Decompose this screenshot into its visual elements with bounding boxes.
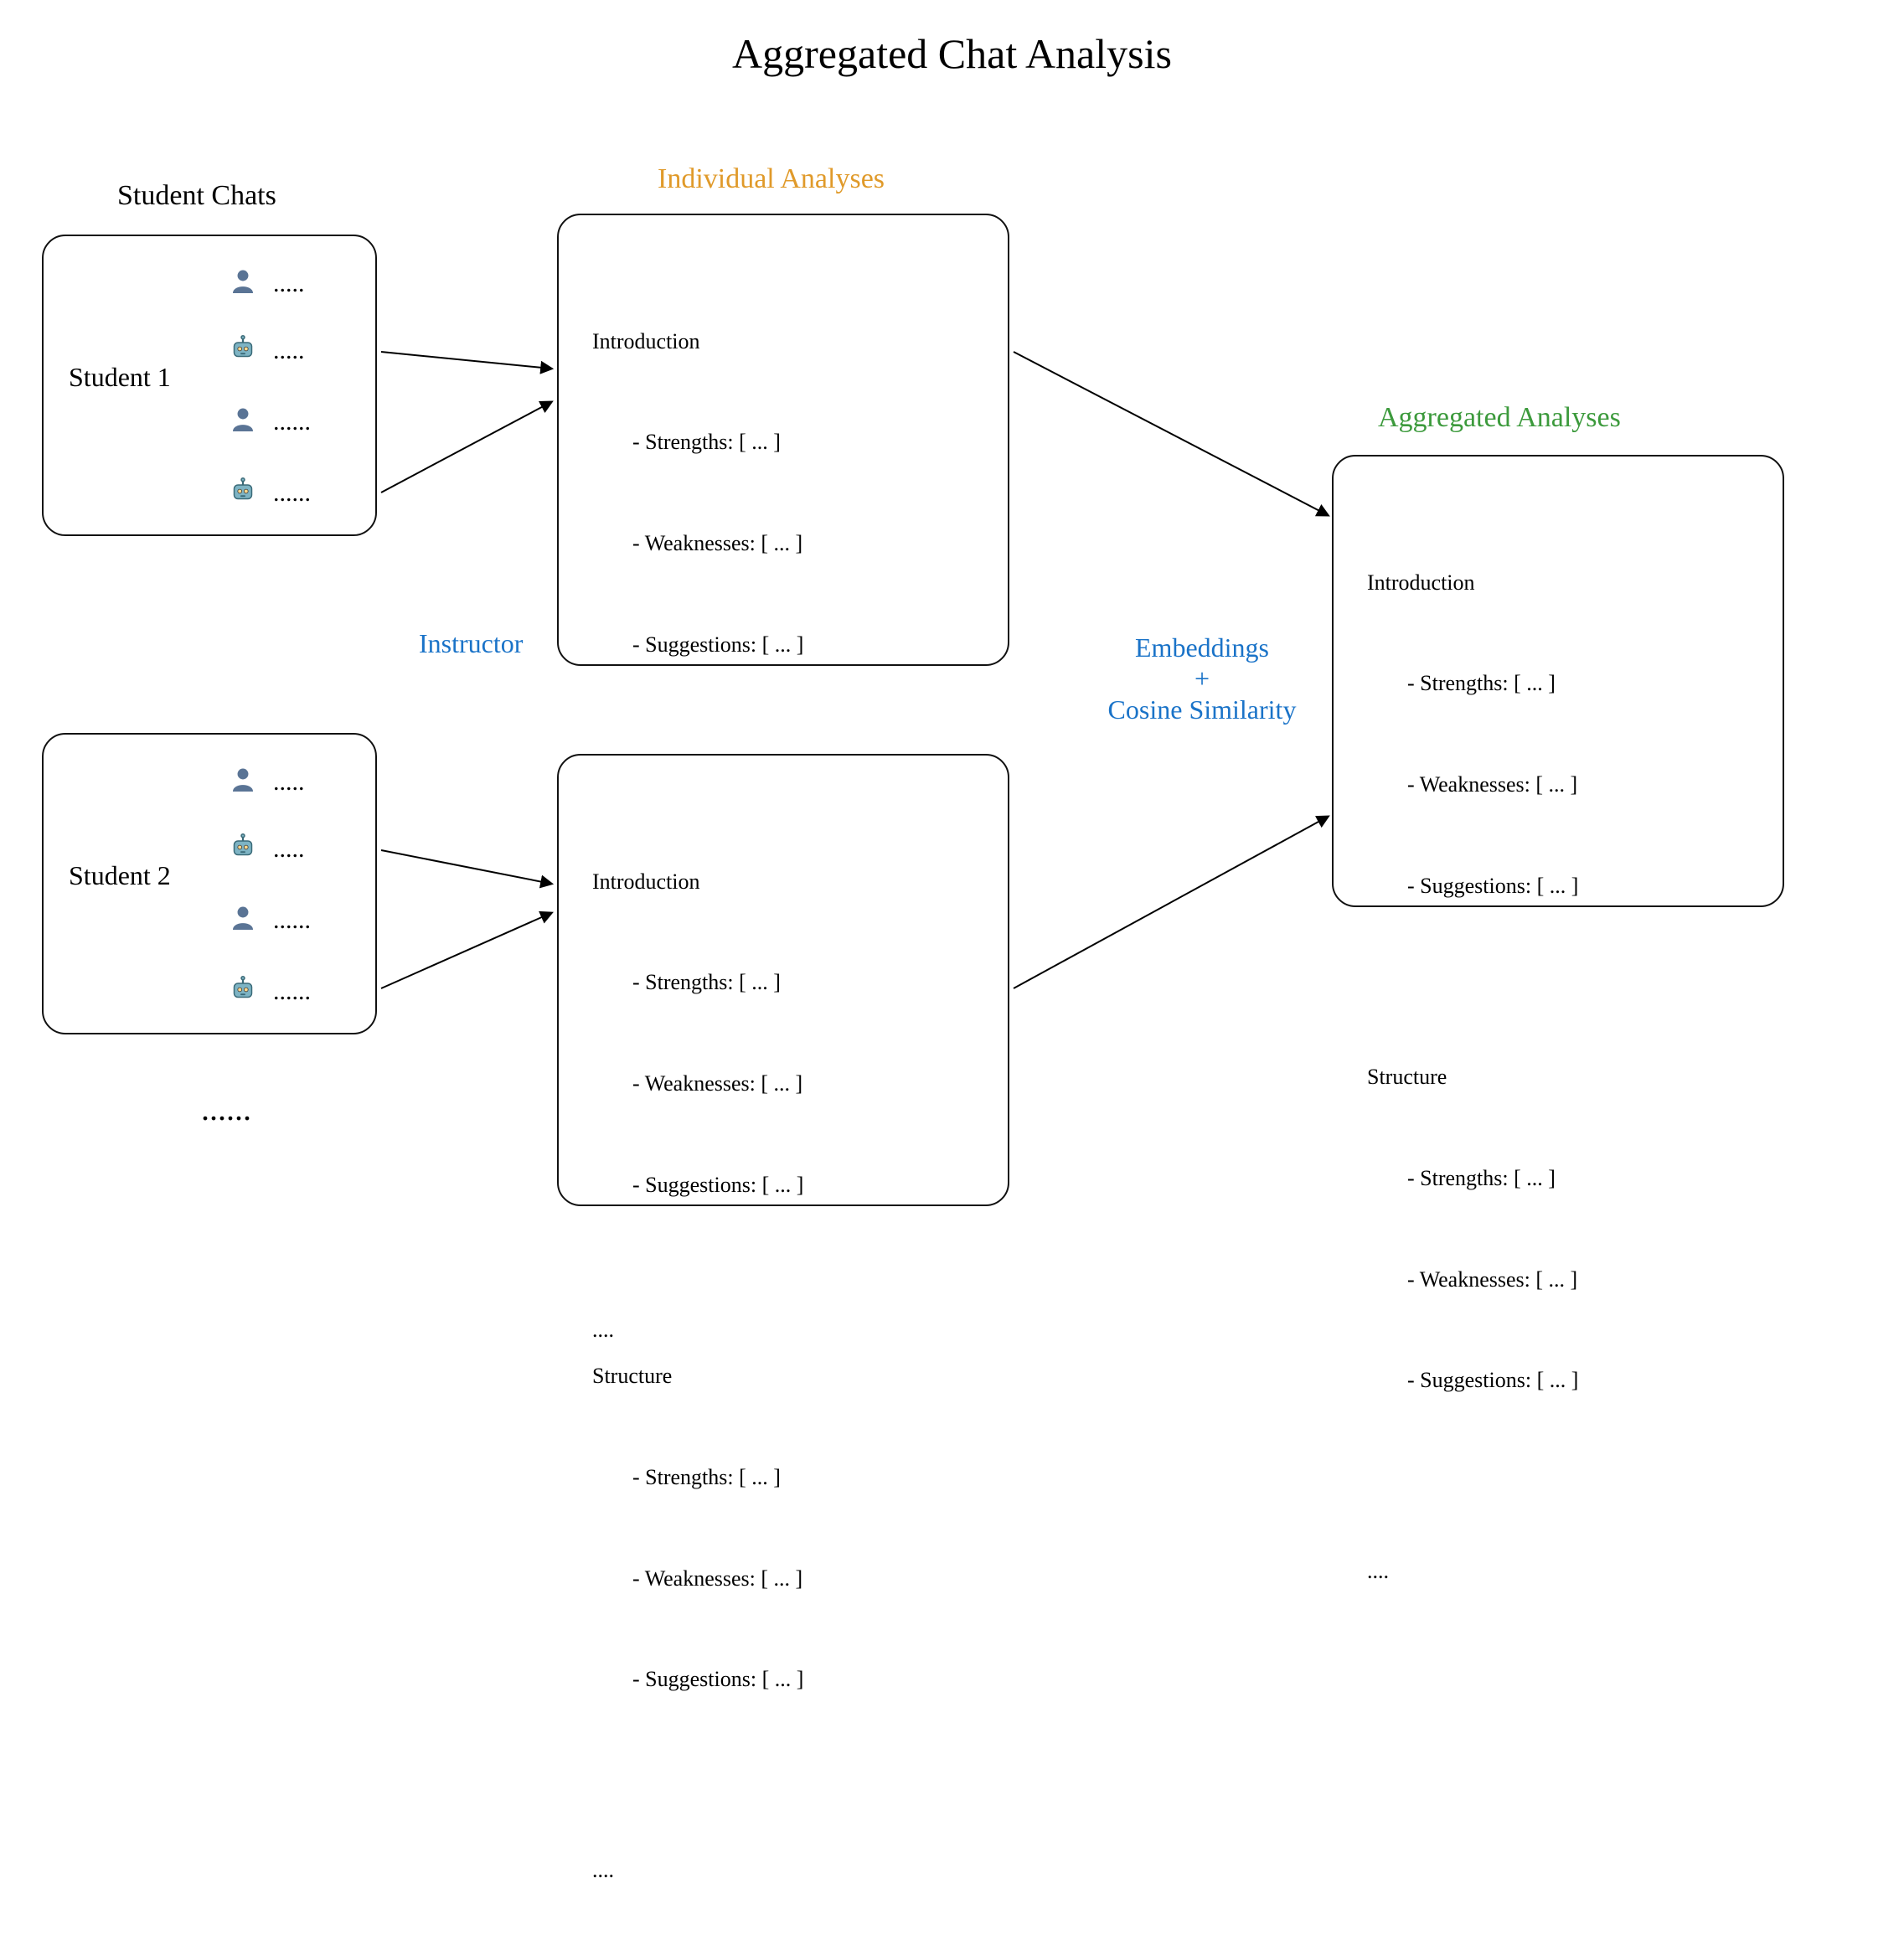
chat-row: ..... (228, 266, 305, 302)
embeddings-plus: + (1195, 663, 1210, 694)
diagram-title: Aggregated Chat Analysis (0, 29, 1904, 78)
chat-dots: ...... (273, 978, 311, 1006)
individual-analysis-2-box: Introduction - Strengths: [ ... ] - Weak… (557, 754, 1009, 1206)
analysis-trailing: .... (1367, 1555, 1578, 1588)
analysis-section-heading: Introduction (592, 325, 803, 359)
student-2-label: Student 2 (69, 860, 171, 891)
analysis-content: Introduction - Strengths: [ ... ] - Weak… (1367, 498, 1578, 1656)
chat-dots: ..... (273, 835, 305, 864)
chat-row: ..... (228, 764, 305, 801)
analysis-item: - Suggestions: [ ... ] (592, 1663, 803, 1696)
student-1-label: Student 1 (69, 362, 171, 393)
analysis-item: - Weaknesses: [ ... ] (592, 1067, 803, 1101)
analysis-section-heading: Structure (1367, 1060, 1578, 1094)
analysis-item: - Strengths: [ ... ] (592, 966, 803, 999)
chat-row: ...... (228, 404, 311, 441)
chat-dots: ...... (273, 906, 311, 935)
robot-icon (228, 973, 258, 1010)
analysis-item: - Suggestions: [ ... ] (1367, 1364, 1578, 1397)
student-2-box: Student 2 ..... ..... ...... ...... (42, 733, 377, 1034)
chat-dots: ..... (273, 337, 305, 365)
analysis-content: Introduction - Strengths: [ ... ] - Weak… (592, 797, 803, 1955)
aggregated-analysis-box: Introduction - Strengths: [ ... ] - Weak… (1332, 455, 1784, 907)
embeddings-label: Embeddings + Cosine Similarity (1068, 632, 1336, 725)
student-chats-heading: Student Chats (117, 180, 276, 212)
chat-dots: ..... (273, 270, 305, 298)
analysis-item: - Weaknesses: [ ... ] (592, 527, 803, 560)
analysis-item: - Strengths: [ ... ] (592, 426, 803, 459)
robot-icon (228, 475, 258, 512)
analysis-item: - Weaknesses: [ ... ] (1367, 1263, 1578, 1297)
person-icon (228, 266, 258, 302)
individual-analyses-heading: Individual Analyses (658, 163, 885, 195)
aggregated-analyses-heading: Aggregated Analyses (1378, 402, 1621, 434)
embeddings-line-2: Cosine Similarity (1108, 694, 1297, 725)
person-icon (228, 764, 258, 801)
analysis-item: - Strengths: [ ... ] (1367, 667, 1578, 700)
embeddings-line-1: Embeddings (1135, 632, 1269, 663)
ellipsis: ...... (201, 1089, 251, 1128)
analysis-item: - Weaknesses: [ ... ] (1367, 768, 1578, 802)
chat-dots: ...... (273, 479, 311, 508)
chat-row: ..... (228, 333, 305, 369)
person-icon (228, 404, 258, 441)
person-icon (228, 902, 258, 939)
analysis-item: - Strengths: [ ... ] (1367, 1162, 1578, 1195)
instructor-label: Instructor (419, 628, 523, 659)
chat-row: ...... (228, 475, 311, 512)
individual-analysis-1-box: Introduction - Strengths: [ ... ] - Weak… (557, 214, 1009, 666)
analysis-section-heading: Introduction (1367, 566, 1578, 600)
student-1-box: Student 1 ..... ..... ...... ...... (42, 235, 377, 536)
analysis-item: - Strengths: [ ... ] (592, 1461, 803, 1494)
analysis-item: - Suggestions: [ ... ] (592, 1168, 803, 1202)
analysis-trailing: .... (592, 1854, 803, 1887)
analysis-section-heading: Introduction (592, 865, 803, 899)
chat-dots: ..... (273, 768, 305, 797)
robot-icon (228, 333, 258, 369)
chat-row: ...... (228, 973, 311, 1010)
chat-row: ..... (228, 831, 305, 868)
chat-row: ...... (228, 902, 311, 939)
analysis-item: - Suggestions: [ ... ] (1367, 869, 1578, 903)
analysis-item: - Suggestions: [ ... ] (592, 628, 803, 662)
analysis-item: - Weaknesses: [ ... ] (592, 1562, 803, 1596)
analysis-section-heading: Structure (592, 1359, 803, 1393)
chat-dots: ...... (273, 408, 311, 436)
robot-icon (228, 831, 258, 868)
